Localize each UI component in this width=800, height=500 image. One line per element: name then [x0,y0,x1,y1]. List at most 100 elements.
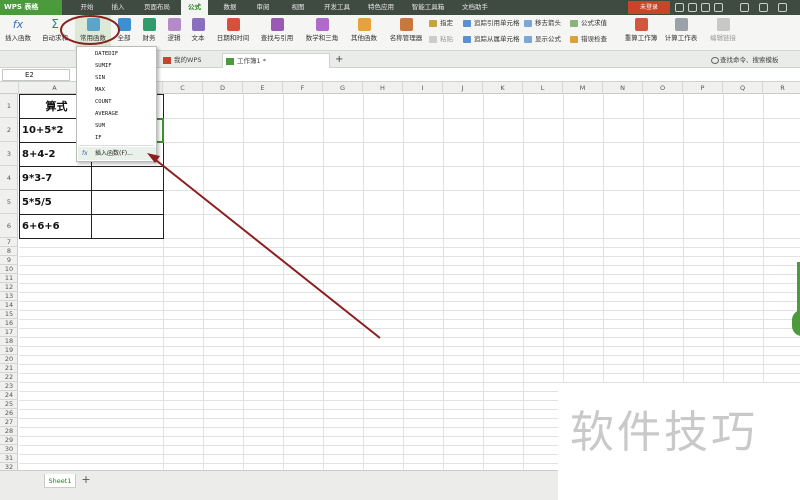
col-header-d[interactable]: D [203,82,243,94]
menu-item-sum[interactable]: SUM [95,120,105,132]
feedback-icon[interactable] [714,3,723,12]
col-header-p[interactable]: P [683,82,723,94]
col-header-n[interactable]: N [603,82,643,94]
row-header-18[interactable]: 18 [0,337,18,346]
col-header-c[interactable]: C [163,82,203,94]
row-header-20[interactable]: 20 [0,355,18,364]
row-header-14[interactable]: 14 [0,301,18,310]
help-icon[interactable] [701,3,710,12]
col-header-q[interactable]: Q [723,82,763,94]
menu-item-datedif[interactable]: DATEDIF [95,48,118,60]
row-header-5[interactable]: 5 [0,190,18,214]
row-header-22[interactable]: 22 [0,373,18,382]
add-sheet-button[interactable]: + [80,473,92,487]
row-header-4[interactable]: 4 [0,166,18,190]
tab-review[interactable]: 审阅 [251,0,275,15]
sheet-tab-sheet1[interactable]: Sheet1 [44,474,76,488]
cell-a5[interactable]: 5*5/5 [20,191,91,214]
row-header-10[interactable]: 10 [0,265,18,274]
remove-arrows-button[interactable]: 移去箭头 [524,18,561,29]
col-header-k[interactable]: K [483,82,523,94]
new-tab-button[interactable]: + [332,53,346,68]
cell-a4[interactable]: 9*3-7 [20,167,91,190]
row-header-15[interactable]: 15 [0,310,18,319]
autosum-button[interactable]: Σ 自动求和 [38,15,72,51]
col-header-l[interactable]: L [523,82,563,94]
name-box[interactable]: E2 [2,69,70,81]
tab-data[interactable]: 数据 [218,0,242,15]
row-header-6[interactable]: 6 [0,214,18,238]
row-header-13[interactable]: 13 [0,292,18,301]
tab-formula[interactable]: 公式 [181,0,208,15]
other-functions-button[interactable]: 其他函数 [346,15,382,51]
col-header-o[interactable]: O [643,82,683,94]
row-header-1[interactable]: 1 [0,94,18,118]
tab-my-wps[interactable]: 我的WPS [160,53,222,68]
tab-workbook1[interactable]: 工作簿1 * [222,53,330,68]
col-header-r[interactable]: R [763,82,800,94]
menu-item-if[interactable]: IF [95,132,102,144]
col-header-i[interactable]: I [403,82,443,94]
row-header-12[interactable]: 12 [0,283,18,292]
trace-precedents-button[interactable]: 追踪引用单元格 [463,18,520,29]
app-menu-button[interactable]: WPS 表格 [0,0,62,15]
row-header-29[interactable]: 29 [0,436,18,445]
define-name-button[interactable]: 指定 [429,18,453,29]
text-functions-button[interactable]: 文本 [187,15,209,51]
row-header-8[interactable]: 8 [0,247,18,256]
row-header-9[interactable]: 9 [0,256,18,265]
row-header-31[interactable]: 31 [0,454,18,463]
command-search[interactable]: 查找命令、搜索模板 [708,53,800,68]
logic-functions-button[interactable]: 逻辑 [163,15,185,51]
tab-doc-assistant[interactable]: 文档助手 [456,0,494,15]
maximize-icon[interactable] [759,3,768,12]
recalc-workbook-button[interactable]: 重算工作簿 [622,15,660,51]
math-functions-button[interactable]: 数学和三角 [300,15,344,51]
row-header-11[interactable]: 11 [0,274,18,283]
lookup-functions-button[interactable]: 查找与引用 [257,15,297,51]
menu-item-count[interactable]: COUNT [95,96,112,108]
tab-page-layout[interactable]: 页面布局 [138,0,176,15]
tab-view[interactable]: 视图 [286,0,310,15]
paste-name-button[interactable]: 粘贴 [429,34,453,45]
col-header-f[interactable]: F [283,82,323,94]
settings-icon[interactable] [688,3,697,12]
row-header-32[interactable]: 32 [0,463,18,470]
edit-links-button[interactable]: 编辑链接 [706,15,740,51]
menu-item-sin[interactable]: SIN [95,72,105,84]
row-header-2[interactable]: 2 [0,118,18,142]
insert-function-button[interactable]: fx 插入函数 [1,15,35,51]
menu-item-average[interactable]: AVERAGE [95,108,118,120]
close-icon[interactable] [778,3,787,12]
col-header-m[interactable]: M [563,82,603,94]
row-header-30[interactable]: 30 [0,445,18,454]
row-header-3[interactable]: 3 [0,142,18,166]
row-header-24[interactable]: 24 [0,391,18,400]
row-header-21[interactable]: 21 [0,364,18,373]
menu-item-max[interactable]: MAX [95,84,105,96]
trace-dependents-button[interactable]: 追踪从属单元格 [463,34,520,45]
calc-sheet-button[interactable]: 计算工作表 [662,15,700,51]
col-header-g[interactable]: G [323,82,363,94]
datetime-functions-button[interactable]: 日期和时间 [212,15,254,51]
tab-developer[interactable]: 开发工具 [318,0,356,15]
row-header-19[interactable]: 19 [0,346,18,355]
row-header-27[interactable]: 27 [0,418,18,427]
menu-item-insert-function[interactable]: fx 插入函数(F)... [78,147,156,160]
minimize-icon[interactable] [740,3,749,12]
tab-insert[interactable]: 插入 [106,0,130,15]
row-header-28[interactable]: 28 [0,427,18,436]
col-header-h[interactable]: H [363,82,403,94]
evaluate-formula-button[interactable]: 公式求值 [570,18,607,29]
row-header-25[interactable]: 25 [0,400,18,409]
col-header-e[interactable]: E [243,82,283,94]
row-header-7[interactable]: 7 [0,238,18,247]
name-manager-button[interactable]: 名称管理器 [386,15,426,51]
col-header-j[interactable]: J [443,82,483,94]
select-all-corner[interactable] [0,82,19,94]
row-header-17[interactable]: 17 [0,328,18,337]
show-formulas-button[interactable]: 显示公式 [524,34,561,45]
menu-item-sumif[interactable]: SUMIF [95,60,112,72]
row-header-23[interactable]: 23 [0,382,18,391]
error-check-button[interactable]: 错误检查 [570,34,607,45]
